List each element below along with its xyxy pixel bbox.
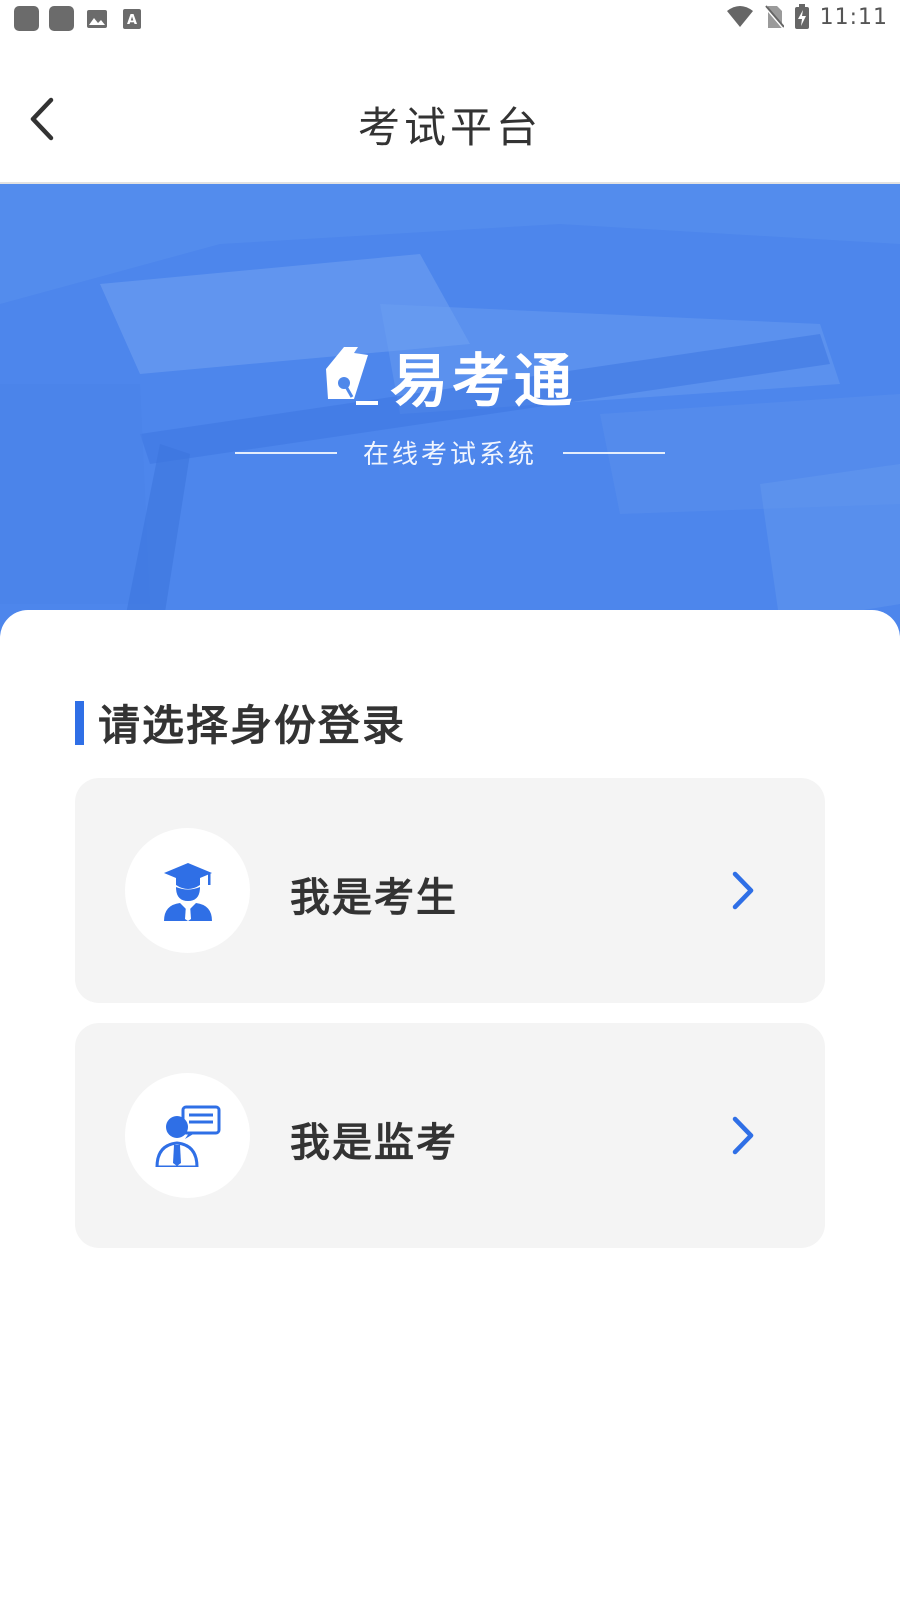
proctor-login-option[interactable]: 我是监考 bbox=[75, 1023, 825, 1248]
student-login-option[interactable]: 我是考生 bbox=[75, 778, 825, 1003]
avatar bbox=[125, 1073, 250, 1198]
accent-bar bbox=[75, 700, 84, 745]
login-panel: 请选择身份登录 我是考生 我是监考 bbox=[0, 610, 900, 1600]
brand-name: 易考通 bbox=[389, 347, 576, 415]
pen-nib-icon bbox=[325, 347, 378, 405]
nav-bar: 考试平台 bbox=[0, 56, 900, 184]
image-notification-icon bbox=[84, 6, 109, 31]
divider bbox=[234, 451, 337, 454]
font-notification-icon: A bbox=[119, 6, 144, 31]
banner: 易考通 在线考试系统 bbox=[0, 184, 900, 644]
student-graduate-icon bbox=[163, 862, 212, 921]
screen: A 11:11 考试平台 易考通 在线考试系统 请选择身份登录 我是考生 我是监… bbox=[0, 0, 900, 1600]
brand-logo: 易考通 bbox=[0, 334, 900, 418]
chevron-right-icon bbox=[732, 871, 754, 910]
notification-icons: A bbox=[14, 6, 144, 31]
option-label: 我是考生 bbox=[290, 875, 458, 921]
option-label: 我是监考 bbox=[290, 1120, 458, 1166]
system-status: 11:11 bbox=[726, 4, 888, 30]
no-sim-icon bbox=[763, 5, 784, 29]
proctor-speech-icon bbox=[154, 1105, 220, 1167]
app-notification-icon bbox=[49, 6, 74, 31]
svg-text:A: A bbox=[126, 13, 136, 28]
page-title: 考试平台 bbox=[357, 103, 542, 152]
chevron-right-icon bbox=[732, 1116, 754, 1155]
section-header: 请选择身份登录 bbox=[75, 692, 406, 753]
app-notification-icon bbox=[14, 6, 39, 31]
brand-subtitle: 在线考试系统 bbox=[362, 440, 537, 470]
battery-charging-icon bbox=[794, 4, 809, 29]
brand-subtitle-row: 在线考试系统 bbox=[0, 434, 900, 471]
status-bar: A 11:11 bbox=[0, 0, 900, 40]
section-title: 请选择身份登录 bbox=[98, 701, 407, 750]
divider bbox=[563, 451, 665, 454]
wifi-icon bbox=[726, 6, 753, 27]
avatar bbox=[125, 828, 250, 953]
clock: 11:11 bbox=[819, 4, 888, 30]
